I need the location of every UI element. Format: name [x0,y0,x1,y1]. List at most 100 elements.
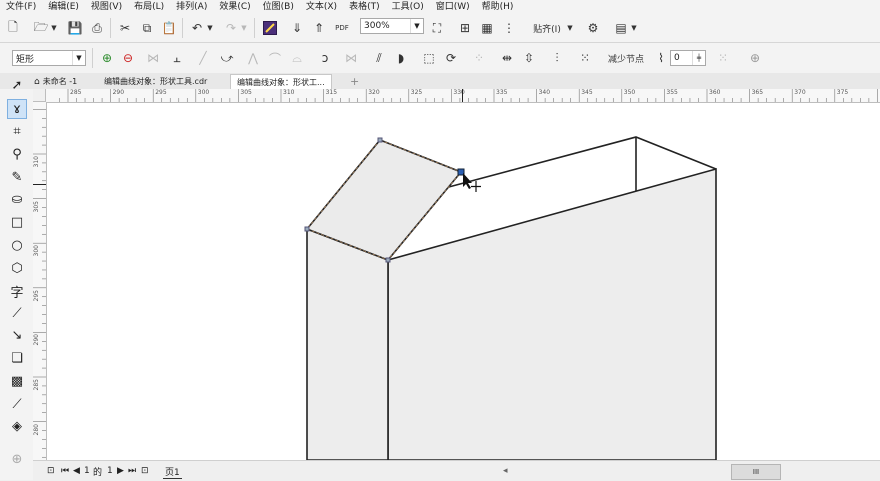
copy-icon[interactable]: ⧉ [140,18,154,38]
export-icon[interactable]: ⇑ [312,18,326,38]
parallel-dimension-icon[interactable]: ⟋ [7,303,27,323]
next-arrow-icon[interactable]: ▶ [117,464,124,478]
snap-dropdown-icon[interactable]: ▼ [566,18,574,38]
elastic-mode-icon[interactable]: ⫶ [550,48,564,68]
horizontal-scrollbar-thumb[interactable]: III [731,464,781,480]
page-tab[interactable]: 页1 [163,464,182,479]
tab-label: 编辑曲线对象：形状工具.cdr [104,77,208,86]
add-page-button[interactable]: ⊡ [141,464,149,478]
first-page-button[interactable]: ⊡ [47,464,55,478]
horizontal-ruler[interactable]: 285 290 295 300 305 310 315 320 325 330 335 340 345 3… [46,89,880,103]
tab-edit-curve-active[interactable]: 编辑曲线对象：形状工... [230,74,332,89]
delete-nodes-icon[interactable]: ⊖ [121,48,135,68]
vertical-reflect-icon[interactable]: ⇳ [522,48,536,68]
close-curve-icon[interactable]: ◗ [394,48,408,68]
horizontal-reflect-icon[interactable]: ⇹ [500,48,514,68]
ellipse-icon[interactable]: ○ [7,235,27,255]
launcher-dropdown-icon[interactable]: ▼ [630,18,638,38]
menu-item[interactable]: 布局(L) [128,0,170,14]
menu-item[interactable]: 文本(X) [300,0,343,14]
show-guidelines-icon[interactable]: ⋮ [502,18,516,38]
to-curve-icon[interactable]: ⤻ [220,48,234,68]
tab-edit-curve-cdr[interactable]: 编辑曲线对象：形状工具.cdr [98,74,213,89]
previous-page-button[interactable]: ⏮ [61,464,69,478]
open-folder-icon[interactable]: 🗁 [34,18,49,38]
ruler-origin[interactable] [33,89,46,102]
menu-item[interactable]: 效果(C) [213,0,256,14]
document-tabs: ⌂ 未命名 -1 编辑曲线对象：形状工具.cdr 编辑曲线对象：形状工... + [0,73,880,90]
add-tab-icon[interactable]: + [344,74,365,89]
chevron-down-icon: ▼ [72,51,85,65]
application-launcher-icon[interactable]: ▤ [614,18,628,38]
extract-subpath-icon[interactable]: ⫽ [372,48,386,68]
object-type-select[interactable]: 矩形 ▼ [12,50,86,66]
menu-item[interactable]: 位图(B) [257,0,300,14]
select-all-nodes-icon[interactable]: ⁙ [578,48,592,68]
add-tool-icon[interactable]: ⊕ [7,449,27,469]
options-gear-icon[interactable]: ⚙ [586,18,600,38]
undo-dropdown-icon[interactable]: ▼ [206,18,214,38]
zoom-icon[interactable]: ⚲ [7,144,27,164]
paste-icon[interactable]: 📋 [162,18,177,38]
menu-item[interactable]: 视图(V) [85,0,128,14]
last-page-button[interactable]: ⏭ [128,464,136,478]
drop-shadow-icon[interactable]: ❏ [7,348,27,368]
reverse-direction-icon[interactable]: ↄ [318,48,332,68]
add-icon[interactable]: ⊕ [748,48,762,68]
menu-item[interactable]: 工具(O) [386,0,430,14]
menu-item[interactable]: 表格(T) [343,0,386,14]
smart-fill-icon[interactable]: ⛀ [7,189,27,209]
search-content-icon[interactable] [262,18,278,38]
drawing-canvas[interactable] [47,103,880,460]
menu-item[interactable]: 编辑(E) [42,0,85,14]
undo-icon[interactable]: ↶ [190,18,204,38]
menu-item[interactable]: 文件(F) [0,0,42,14]
open-dropdown-icon[interactable]: ▼ [50,18,58,38]
transparency-icon[interactable]: ▩ [7,371,27,391]
vertical-ruler[interactable]: 310305300295290285280275 [33,102,47,480]
new-document-icon[interactable]: 🗋 [6,18,20,38]
cut-icon[interactable]: ✂ [118,18,132,38]
show-rulers-icon[interactable]: ⊞ [458,18,472,38]
select-nodes-icon: ⁙ [717,51,729,65]
ruler-label: 335 [496,89,508,96]
tab-untitled[interactable]: ⌂ 未命名 -1 [28,74,83,89]
scroll-left-icon[interactable]: ◂ [503,464,508,478]
rectangle-icon[interactable]: □ [7,212,27,232]
polygon-icon[interactable]: ⬡ [7,258,27,278]
select-icon[interactable]: ➚ [7,75,27,95]
add-nodes-icon[interactable]: ⊕ [100,48,114,68]
text-icon[interactable]: 字 [7,281,27,301]
menu-item[interactable]: 帮助(H) [476,0,520,14]
full-screen-icon[interactable]: ⛶ [430,18,444,38]
shape-icon[interactable]: ɤ [7,99,27,119]
toolbar-separator [182,18,183,38]
zoom-level-select[interactable]: 300% ▼ [360,18,424,34]
ruler-label: 295 [155,89,167,96]
stretch-nodes-icon[interactable]: ⬚ [422,48,436,68]
menu-item[interactable]: 窗口(W) [430,0,476,14]
snap-to-button[interactable]: 贴齐(I) [528,18,566,38]
ruler-label: 350 [623,89,636,96]
connector-icon[interactable]: ↘ [7,325,27,345]
freehand-icon[interactable]: ✎ [7,167,27,187]
print-icon[interactable]: ⎙ [90,18,104,38]
publish-pdf-icon[interactable]: PDF [334,18,350,38]
break-curve-icon[interactable]: ⫠ [170,48,184,68]
save-icon[interactable]: 💾 [68,18,83,38]
interactive-fill-icon[interactable]: ◈ [7,416,27,436]
toolbox: ➚ ɤ ⌗ ⚲ ✎ ⛀ □ ○ ⬡ 字 ⟋ ↘ ❏ ▩ ⟋ ◈ ⊕ [0,78,34,480]
reduce-nodes-button[interactable]: 减少节点 [604,48,648,68]
toolbar-separator [110,18,111,38]
prev-arrow-icon[interactable]: ◀ [73,464,80,478]
curve-smoothness-input[interactable]: 0 ╪ [670,50,706,66]
eyedropper-icon[interactable]: ⟋ [7,394,27,414]
redo-icon: ↷ [225,21,237,35]
ruler-label: 310 [33,156,40,168]
show-grid-icon[interactable]: ▦ [480,18,494,38]
rotate-nodes-icon[interactable]: ⟳ [444,48,458,68]
import-icon[interactable]: ⇓ [290,18,304,38]
menu-item[interactable]: 排列(A) [170,0,213,14]
crop-icon[interactable]: ⌗ [7,121,27,141]
chevron-down-icon: ▼ [410,19,423,33]
